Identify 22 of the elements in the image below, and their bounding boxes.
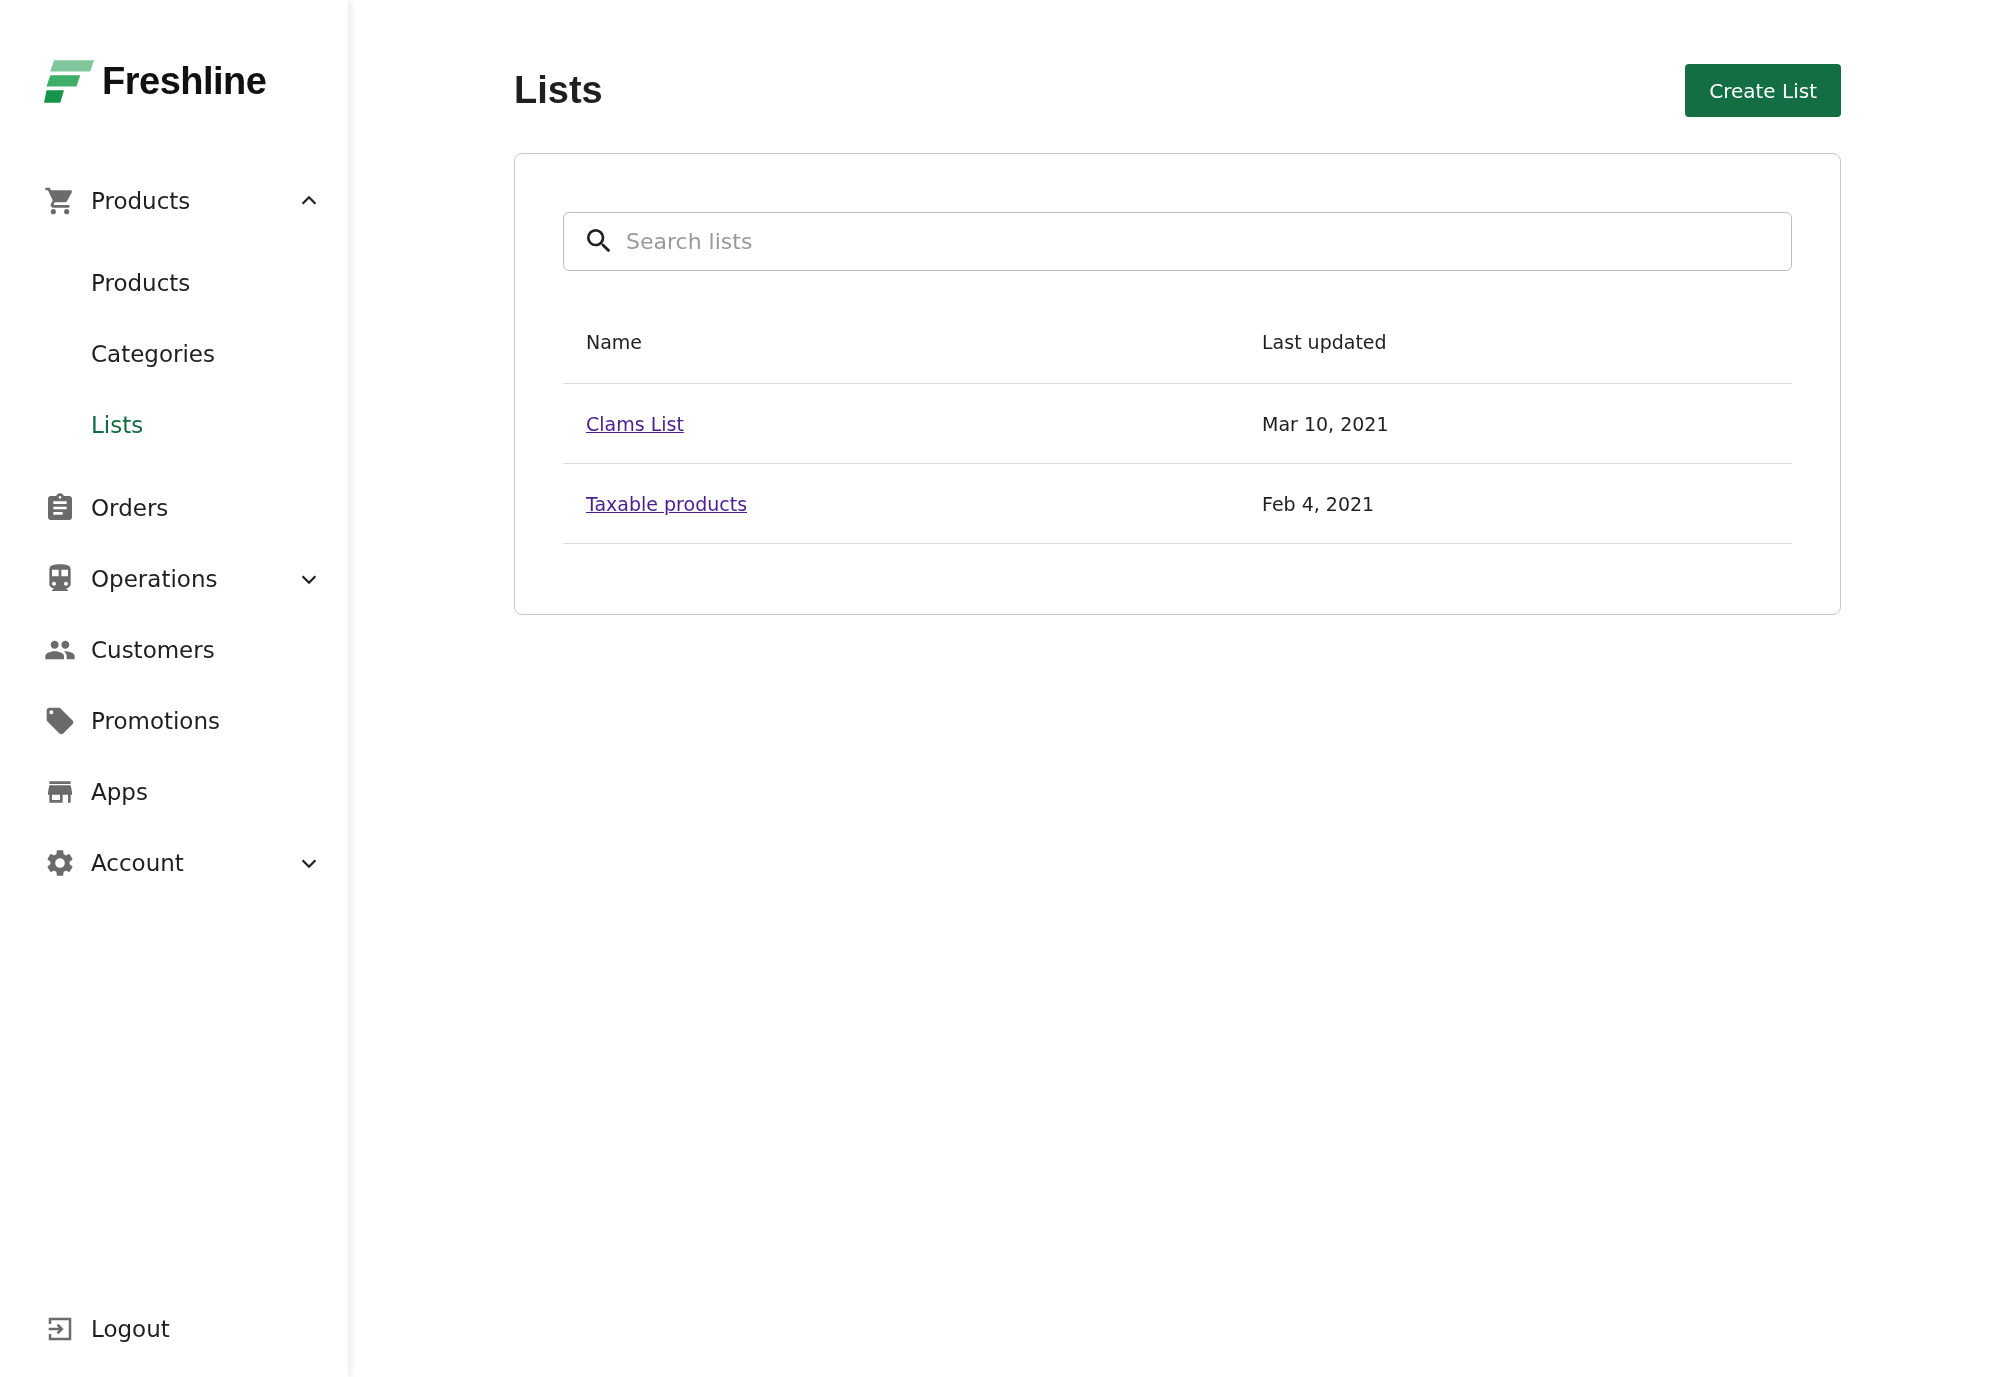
table-cell: Feb 4, 2021 — [1262, 492, 1375, 515]
logout-item[interactable]: Logout — [44, 1299, 348, 1359]
nav-item[interactable]: Operations — [44, 543, 348, 614]
create-list-button[interactable]: Create List — [1685, 64, 1841, 117]
nav-item[interactable]: Customers — [44, 614, 348, 685]
list-link[interactable]: Clams List — [586, 412, 684, 435]
column-header: Name — [585, 331, 644, 353]
table-cell: Mar 10, 2021 — [1262, 412, 1389, 435]
nav-item[interactable]: Promotions — [44, 685, 348, 756]
nav-subitem[interactable]: Lists — [44, 389, 348, 460]
nav-item[interactable]: Orders — [44, 472, 348, 543]
list-link[interactable]: Taxable products — [586, 492, 748, 515]
nav-subitem[interactable]: Categories — [44, 318, 348, 389]
search-field[interactable]: Search lists — [563, 212, 1792, 271]
nav-item[interactable]: Products — [44, 165, 348, 236]
logo-icon — [44, 60, 94, 103]
brand-name: Freshline — [102, 60, 267, 103]
page-title: Lists — [514, 69, 603, 112]
nav-item[interactable]: Apps — [44, 756, 348, 827]
nav-subitem[interactable]: Products — [44, 247, 348, 318]
nav-item[interactable]: Account — [44, 827, 348, 898]
column-header: Last updated — [1261, 331, 1388, 353]
